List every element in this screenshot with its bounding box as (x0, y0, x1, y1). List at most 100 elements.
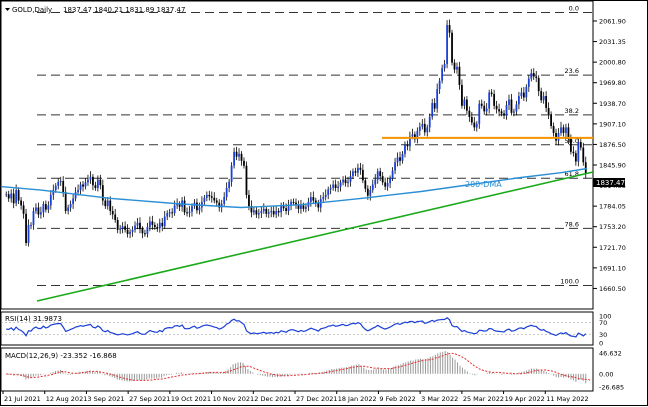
candle-body (366, 188, 369, 196)
candle-body (57, 181, 60, 186)
candle-body (522, 92, 525, 98)
candle-body (404, 144, 406, 154)
candle-body (280, 206, 283, 213)
candle-body (106, 200, 109, 207)
candle-body (535, 76, 538, 78)
candle-body (129, 231, 131, 234)
candle-body (104, 200, 107, 207)
price-axis-label: 2061.90 (599, 18, 626, 26)
candle-body (287, 205, 290, 211)
candle-body (327, 189, 330, 195)
candle-body (532, 73, 535, 77)
price-axis-label: 1969.80 (599, 79, 626, 87)
candle-body (359, 167, 362, 170)
candle-body (213, 197, 216, 201)
candle-body (436, 89, 439, 109)
candle-body (451, 32, 453, 63)
candle-body (443, 64, 446, 69)
candle-body (485, 108, 488, 112)
time-axis-label: 3 Sep 2021 (87, 395, 124, 403)
candle-body (550, 114, 552, 127)
candle-body (146, 226, 149, 234)
price-tag: 1837.47 (593, 178, 625, 187)
candle-body (493, 93, 496, 106)
candle-body (233, 151, 235, 166)
candle-body (114, 214, 117, 221)
candle-body (230, 165, 233, 182)
candle-body (223, 197, 226, 205)
candle-body (317, 203, 320, 208)
candle-body (391, 170, 394, 179)
fib-level-label: 100.0 (560, 277, 579, 285)
candle-body (463, 99, 466, 106)
candle-body (468, 110, 471, 117)
candle-body (139, 222, 141, 230)
candle-body (473, 122, 476, 128)
candle-body (252, 210, 255, 213)
fib-level-label: 23.6 (565, 67, 579, 75)
candle-body (151, 221, 154, 225)
candle-body (379, 171, 382, 177)
candle-body (537, 77, 540, 92)
candle-body (441, 68, 444, 81)
candle-body (525, 87, 528, 98)
candle-body (282, 206, 285, 209)
candle-body (505, 105, 508, 116)
candle-body (40, 212, 42, 215)
candle-body (265, 208, 268, 214)
candle-body (478, 103, 481, 124)
chart-window: 0.023.638.250.061.878.6100.0 200-DMA GOL… (0, 0, 648, 406)
time-axis: 21 Jul 2021 12 Aug 2021 3 Sep 2021 27 Sep 2… (2, 391, 589, 403)
candle-body (243, 160, 245, 166)
candle-body (381, 176, 384, 183)
candle-body (44, 204, 47, 210)
candle-body (161, 222, 164, 227)
candle-body (510, 99, 513, 113)
candle-body (262, 208, 265, 211)
candle-body (124, 226, 127, 230)
candle-body (300, 205, 302, 209)
time-axis-label: 9 Feb 2022 (379, 395, 415, 403)
candle-body (245, 165, 248, 195)
time-axis-label: 11 May 2022 (546, 395, 588, 403)
candle-body (527, 78, 530, 88)
candle-body (456, 66, 458, 70)
candle-body (364, 180, 367, 189)
candle-body (42, 204, 45, 213)
candle-body (92, 176, 94, 186)
candle-body (37, 207, 40, 215)
candle-body (503, 113, 505, 116)
candle-body (453, 62, 456, 70)
candle-body (337, 186, 340, 188)
candle-body (183, 200, 186, 213)
candle-body (421, 123, 424, 127)
candle-body (54, 185, 57, 191)
price-axis-label: 1784.05 (599, 203, 626, 211)
candle-body (312, 197, 315, 201)
candle-body (173, 205, 176, 214)
candle-body (99, 179, 102, 186)
candle-body (458, 66, 461, 85)
candle-body (560, 127, 562, 133)
candle-body (35, 207, 37, 211)
candle-body (324, 194, 327, 198)
candle-body (461, 84, 463, 106)
candle-body (349, 176, 352, 182)
price-axis-label: 1938.70 (599, 100, 626, 108)
candle-body (530, 73, 533, 79)
time-axis-label: 3 Mar 2022 (421, 395, 458, 403)
candle-body (205, 194, 208, 198)
price-axis-label: 1907.10 (599, 120, 626, 128)
time-axis-label: 21 Jul 2021 (4, 395, 41, 403)
chart-canvas: 0.023.638.250.061.878.6100.0 200-DMA GOL… (0, 0, 626, 403)
candle-body (302, 205, 305, 209)
candle-body (208, 194, 211, 197)
candle-body (513, 111, 515, 113)
time-axis-label: 19 Oct 2021 (171, 395, 211, 403)
candle-body (565, 127, 567, 133)
candle-body (20, 200, 22, 206)
candle-body (577, 142, 580, 162)
candle-body (572, 151, 575, 154)
candle-body (136, 222, 139, 226)
rsi-panel (0, 311, 594, 346)
